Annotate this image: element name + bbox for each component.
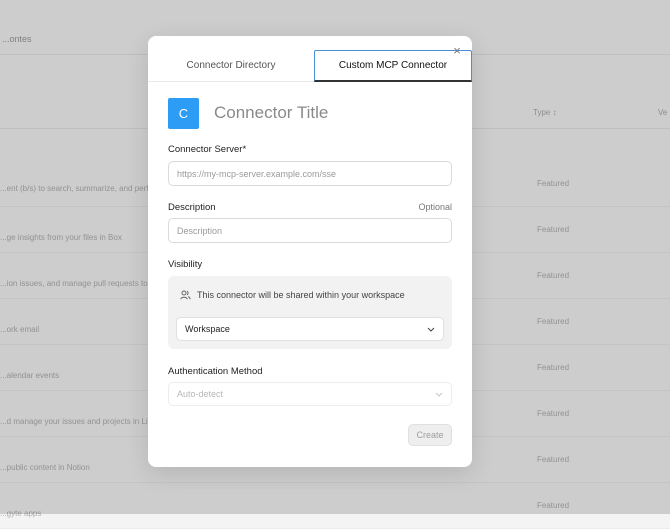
modal-tabs: Connector Directory Custom MCP Connector (148, 36, 472, 82)
visibility-note-text: This connector will be shared within you… (197, 290, 405, 300)
close-icon[interactable]: × (450, 44, 464, 58)
description-input[interactable] (168, 218, 452, 243)
tab-custom-mcp-connector[interactable]: Custom MCP Connector (314, 50, 472, 82)
connector-server-label: Connector Server* (168, 144, 247, 155)
description-optional-label: Optional (418, 202, 452, 212)
connector-server-input[interactable] (168, 161, 452, 186)
custom-connector-modal: Connector Directory Custom MCP Connector… (148, 36, 472, 467)
chevron-down-icon (427, 327, 435, 332)
create-button[interactable]: Create (408, 424, 452, 446)
chevron-down-icon (435, 392, 443, 397)
auth-method-select[interactable]: Auto-detect (168, 382, 452, 406)
connector-avatar[interactable]: C (168, 98, 199, 129)
connector-title-input[interactable] (210, 100, 458, 126)
auth-method-label: Authentication Method (168, 366, 263, 377)
tab-connector-directory[interactable]: Connector Directory (148, 50, 314, 82)
auth-method-value: Auto-detect (177, 389, 224, 399)
visibility-select-value: Workspace (185, 324, 230, 334)
visibility-panel: This connector will be shared within you… (168, 276, 452, 349)
visibility-select[interactable]: Workspace (176, 317, 444, 341)
visibility-label: Visibility (168, 259, 203, 270)
description-label: Description (168, 202, 216, 213)
users-icon (180, 290, 191, 300)
visibility-note: This connector will be shared within you… (180, 290, 405, 300)
